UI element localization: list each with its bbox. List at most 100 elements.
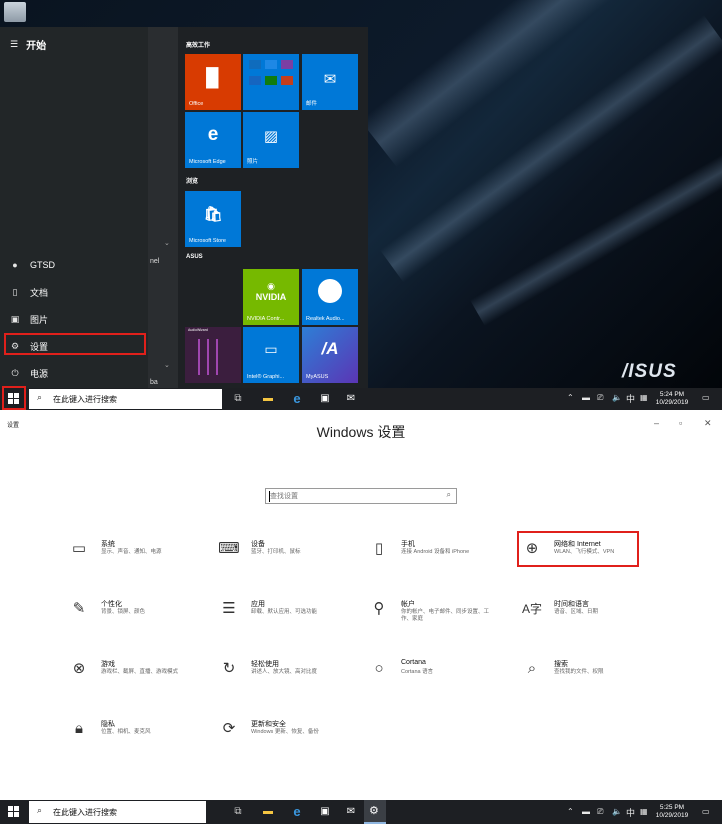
- category-accounts[interactable]: ⚲ 帐户 你的帐户、电子邮件、同步设置、工作、家庭: [368, 598, 508, 626]
- store-icon[interactable]: ▣: [318, 805, 332, 819]
- action-center-icon[interactable]: ▭: [702, 393, 710, 402]
- category-cortana[interactable]: ○ Cortana Cortana 语言: [368, 658, 508, 686]
- settings-window: 设置 – ▫ ✕ Windows 设置 ⌕ ▭ 系统 显示、声音、通知、电源 ⌨…: [0, 410, 722, 782]
- search-icon: ⌕: [527, 660, 537, 677]
- start-button-highlight-box: [2, 386, 26, 410]
- intel-graphics-icon: ▭: [264, 341, 278, 357]
- start-item-user[interactable]: ● GTSD: [10, 255, 140, 275]
- tile-store[interactable]: 🛍 Microsoft Store: [185, 191, 241, 247]
- tile-audiowizard[interactable]: AudioWizard: [185, 327, 241, 383]
- time-language-icon: A字: [521, 602, 542, 616]
- category-apps[interactable]: ☰ 应用 卸载、默认应用、可选功能: [218, 598, 358, 626]
- category-system[interactable]: ▭ 系统 显示、声音、通知、电源: [68, 538, 208, 566]
- battery-icon[interactable]: ▬: [582, 393, 590, 402]
- category-name: 轻松使用: [251, 661, 279, 668]
- recycle-bin-icon[interactable]: [4, 2, 26, 22]
- search-placeholder: 在此键入进行搜索: [53, 808, 117, 817]
- category-name: 设备: [251, 541, 265, 548]
- category-desc: 连接 Android 设备和 iPhone: [401, 549, 470, 555]
- settings-search-field[interactable]: ⌕: [265, 488, 457, 504]
- mail-icon[interactable]: ✉: [344, 805, 358, 819]
- category-phone[interactable]: ▯ 手机 连接 Android 设备和 iPhone: [368, 538, 508, 566]
- edge-icon[interactable]: e: [290, 392, 304, 406]
- file-explorer-icon[interactable]: ▬: [261, 392, 275, 406]
- group-productivity: 高效工作: [186, 43, 211, 49]
- tile-mail[interactable]: ✉ 邮件: [302, 54, 358, 110]
- store-icon[interactable]: ▣: [318, 392, 332, 406]
- photos-icon: ▨: [263, 128, 279, 145]
- mail-icon[interactable]: ✉: [344, 392, 358, 406]
- partial-app-name: ba: [150, 379, 158, 386]
- hamburger-icon[interactable]: ☰: [10, 39, 18, 50]
- start-item-documents[interactable]: ▯ 文档: [10, 282, 140, 302]
- category-search[interactable]: ⌕ 搜索 查找我的文件、权限: [521, 658, 661, 686]
- category-name: 个性化: [101, 601, 122, 608]
- category-gaming[interactable]: ⊗ 游戏 游戏栏、截屏、直播、游戏模式: [68, 658, 208, 686]
- taskbar-search-box[interactable]: ⌕ 在此键入进行搜索: [29, 389, 222, 409]
- start-item-label: 文档: [30, 287, 49, 298]
- tile-myasus[interactable]: /A MyASUS: [302, 327, 358, 383]
- category-personalization[interactable]: ✎ 个性化 背景、锁屏、颜色: [68, 598, 208, 626]
- tile-office[interactable]: ▉ Office: [185, 54, 241, 110]
- mail-icon: ✉: [323, 71, 337, 88]
- category-devices[interactable]: ⌨ 设备 蓝牙、打印机、鼠标: [218, 538, 358, 566]
- settings-search-input[interactable]: [270, 491, 430, 502]
- category-name: 搜索: [554, 661, 568, 668]
- category-time-language[interactable]: A字 时间和语言 语音、区域、日期: [521, 598, 661, 626]
- task-view-icon[interactable]: ⧉: [231, 392, 245, 406]
- category-desc: Cortana 语言: [401, 669, 434, 675]
- action-center-icon[interactable]: ▭: [702, 807, 710, 816]
- category-privacy[interactable]: 🔒︎ 隐私 位置、相机、麦克风: [68, 718, 208, 746]
- laptop-icon: ▭: [71, 540, 87, 557]
- tile-intel-graphics[interactable]: ▭ Intel® Graphi...: [243, 327, 299, 383]
- task-view-icon[interactable]: ⧉: [231, 805, 245, 819]
- start-item-pictures[interactable]: ▣ 图片: [10, 309, 140, 329]
- taskbar-clock[interactable]: 5:25 PM 10/29/2019: [650, 804, 694, 820]
- edge-icon: e: [207, 124, 219, 145]
- start-item-label: 图片: [30, 314, 49, 325]
- keyboard-icon: ⌨: [218, 540, 240, 557]
- tile-label: NVIDIA Contr...: [247, 316, 285, 322]
- ime-indicator[interactable]: 中: [626, 392, 635, 405]
- keyboard-layout-icon[interactable]: ▦: [640, 807, 648, 816]
- tile-photos[interactable]: ▨ 照片: [243, 112, 299, 168]
- network-icon[interactable]: ⎚: [597, 393, 603, 403]
- category-desc: 游戏栏、截屏、直播、游戏模式: [101, 669, 179, 675]
- settings-taskbar-button[interactable]: ⚙: [364, 800, 386, 824]
- category-update-security[interactable]: ⟳ 更新和安全 Windows 更新、恢复、备份: [218, 718, 358, 746]
- tile-realtek[interactable]: Realtek Audio...: [302, 269, 358, 325]
- equalizer-icon: [198, 339, 228, 375]
- tile-edge[interactable]: e Microsoft Edge: [185, 112, 241, 168]
- category-ease-of-access[interactable]: ↻ 轻松使用 讲述人、放大镜、高对比度: [218, 658, 358, 686]
- page-title: Windows 设置: [316, 424, 406, 440]
- category-name: Cortana: [401, 659, 426, 666]
- windows-start-icon[interactable]: [8, 806, 20, 818]
- start-item-label: 电源: [30, 368, 49, 379]
- tile-label: 邮件: [306, 101, 318, 107]
- volume-icon[interactable]: 🔈: [612, 807, 622, 816]
- tile-nvidia[interactable]: ◉ NVIDIA NVIDIA Contr...: [243, 269, 299, 325]
- edge-icon[interactable]: e: [290, 805, 304, 819]
- category-desc: 背景、锁屏、颜色: [101, 609, 146, 615]
- ime-indicator[interactable]: 中: [626, 806, 635, 819]
- taskbar-clock[interactable]: 5:24 PM 10/29/2019: [650, 391, 694, 407]
- document-icon: ▯: [12, 286, 18, 297]
- chevron-up-icon[interactable]: ⌃: [567, 807, 574, 816]
- network-icon[interactable]: ⎚: [597, 807, 603, 817]
- keyboard-layout-icon[interactable]: ▦: [640, 393, 648, 402]
- chevron-up-icon[interactable]: ⌃: [567, 393, 574, 402]
- volume-icon[interactable]: 🔈: [612, 393, 622, 402]
- clock-time: 5:24 PM: [659, 391, 685, 398]
- category-desc: 卸载、默认应用、可选功能: [251, 609, 318, 615]
- tile-label: Microsoft Edge: [189, 159, 226, 165]
- start-menu-header[interactable]: ☰ 开始: [10, 37, 46, 52]
- taskbar-search-box[interactable]: ⌕ 在此键入进行搜索: [29, 801, 206, 823]
- cortana-icon: ○: [374, 660, 384, 677]
- file-explorer-icon[interactable]: ▬: [261, 805, 275, 819]
- start-item-power[interactable]: ⏻ 电源: [10, 363, 140, 383]
- clock-date: 10/29/2019: [655, 812, 689, 819]
- battery-icon[interactable]: ▬: [582, 807, 590, 816]
- tile-label: MyASUS: [306, 374, 329, 380]
- start-item-label: GTSD: [30, 260, 56, 270]
- tile-office-apps-folder[interactable]: [243, 54, 299, 110]
